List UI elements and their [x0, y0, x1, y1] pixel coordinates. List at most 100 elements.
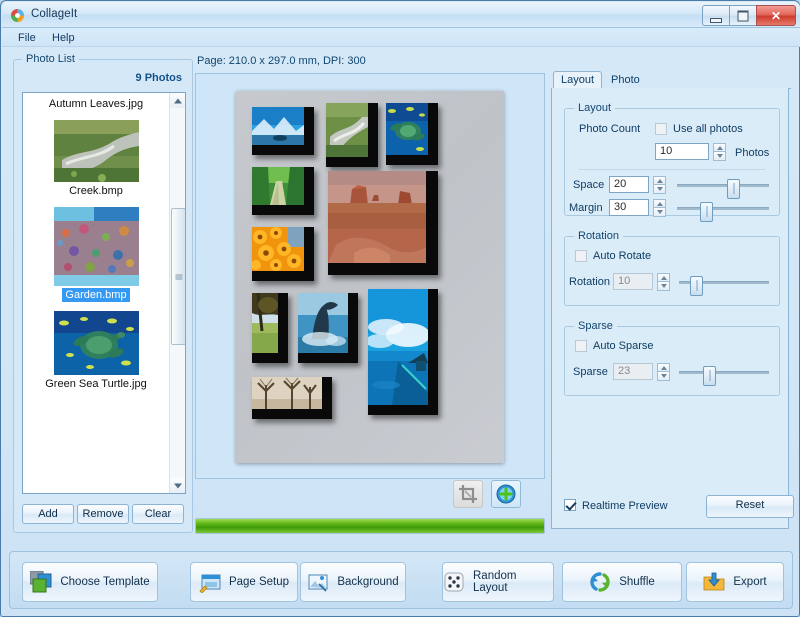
photo-list-scrollbar[interactable] [169, 93, 185, 493]
collage-photo-winter-trees [252, 377, 322, 409]
add-photo-button[interactable] [491, 480, 521, 508]
shuffle-button[interactable]: Shuffle [562, 562, 682, 602]
stepper-down[interactable] [713, 152, 726, 161]
remove-button[interactable]: Remove [77, 504, 129, 524]
rotation-stepper[interactable] [657, 273, 670, 291]
collage-frame[interactable] [252, 167, 314, 215]
close-icon: ✕ [770, 8, 782, 23]
collage-frame[interactable] [386, 103, 438, 165]
rotation-input[interactable]: 10 [613, 273, 653, 290]
slider-thumb[interactable] [703, 366, 716, 386]
sparse-input[interactable]: 23 [613, 363, 653, 380]
close-button[interactable]: ✕ [756, 5, 796, 26]
app-window: CollageIt ✕ File Help Photo List 9 Photo… [0, 0, 800, 617]
random-layout-button[interactable]: Random Layout [442, 562, 554, 602]
chevron-down-icon [660, 284, 667, 288]
rotation-group: Rotation Auto Rotate Rotation 10 [564, 230, 780, 306]
chevron-up-icon [656, 178, 663, 183]
use-all-photos-checkbox[interactable] [655, 123, 667, 135]
background-icon [307, 571, 329, 593]
chevron-down-icon [173, 483, 182, 488]
realtime-preview-checkbox[interactable] [564, 499, 576, 511]
stepper-down[interactable] [657, 372, 670, 381]
space-input[interactable]: 20 [609, 176, 649, 193]
margin-stepper[interactable] [653, 199, 666, 217]
list-item-selected[interactable]: Garden.bmp [23, 200, 169, 304]
rotation-label: Rotation [569, 276, 610, 288]
page-setup-label: Page Setup [228, 576, 290, 588]
preview-controls-row: Realtime Preview Reset [564, 495, 794, 518]
scroll-down-button[interactable] [170, 478, 185, 493]
choose-template-button[interactable]: Choose Template [22, 562, 158, 602]
crop-icon-button[interactable] [453, 480, 483, 508]
collage-frame[interactable] [252, 377, 332, 419]
layout-tab-content: Layout Photo Count Use all photos 10 Pho… [551, 88, 794, 529]
reset-button[interactable]: Reset [706, 495, 794, 518]
collage-frame[interactable] [252, 107, 314, 155]
menu-item-help[interactable]: Help [46, 31, 81, 45]
progress-bar [195, 518, 545, 534]
photo-listbox[interactable]: Autumn Leaves.jpg Creek.bmp Garden.bmp G… [22, 92, 186, 494]
collage-frame[interactable] [252, 292, 288, 363]
stepper-down[interactable] [657, 282, 670, 291]
choose-template-label: Choose Template [60, 576, 150, 588]
collage-frame[interactable] [366, 289, 438, 415]
maximize-icon [737, 10, 749, 21]
layout-group-legend: Layout [574, 102, 616, 114]
settings-panel: Layout Photo Layout Photo Count Use all … [551, 71, 794, 531]
collage-frame[interactable] [328, 171, 438, 275]
photo-count-input[interactable]: 10 [655, 143, 709, 160]
stepper-down[interactable] [653, 208, 666, 217]
export-button[interactable]: Export [686, 562, 784, 602]
chevron-up-icon [656, 201, 663, 206]
collage-frame[interactable] [298, 293, 358, 363]
add-photo-icon [496, 484, 516, 504]
margin-input[interactable]: 30 [609, 199, 649, 216]
menu-item-file[interactable]: File [12, 31, 42, 45]
auto-sparse-checkbox[interactable] [575, 340, 587, 352]
stepper-up[interactable] [657, 363, 670, 372]
sparse-slider[interactable] [679, 363, 769, 386]
sparse-label: Sparse [573, 366, 608, 378]
title-bar: CollageIt ✕ [2, 2, 800, 28]
stepper-up[interactable] [657, 273, 670, 282]
tab-layout[interactable]: Layout [553, 71, 603, 89]
collage-photo-creek-green [326, 103, 368, 157]
slider-thumb[interactable] [700, 202, 713, 222]
sparse-stepper[interactable] [657, 363, 670, 381]
layout-group: Layout Photo Count Use all photos 10 Pho… [564, 102, 780, 222]
collage-frame[interactable] [251, 227, 314, 281]
scrollbar-thumb[interactable] [171, 208, 185, 345]
template-icon [29, 570, 52, 593]
rotation-slider[interactable] [679, 273, 769, 296]
page-setup-button[interactable]: Page Setup [190, 562, 298, 602]
stepper-up[interactable] [653, 176, 666, 185]
clear-button[interactable]: Clear [132, 504, 184, 524]
photo-thumbnail-garden [53, 207, 139, 286]
list-item[interactable]: Autumn Leaves.jpg [23, 93, 169, 113]
photo-list-buttons: Add Remove Clear [22, 504, 184, 524]
margin-slider[interactable] [677, 199, 769, 222]
collage-preview-pane[interactable] [195, 73, 545, 479]
space-slider[interactable] [677, 176, 769, 199]
list-item[interactable]: Creek.bmp [23, 113, 169, 200]
stepper-up[interactable] [653, 199, 666, 208]
maximize-button[interactable] [729, 5, 756, 26]
auto-rotate-checkbox[interactable] [575, 250, 587, 262]
background-button[interactable]: Background [300, 562, 406, 602]
space-stepper[interactable] [653, 176, 666, 194]
list-item[interactable]: Green Sea Turtle.jpg [23, 304, 169, 393]
stepper-up[interactable] [713, 143, 726, 152]
scroll-up-button[interactable] [170, 93, 185, 108]
stepper-down[interactable] [653, 185, 666, 194]
tab-photo[interactable]: Photo [603, 71, 648, 89]
minimize-button[interactable] [702, 5, 729, 26]
photo-count-stepper[interactable] [713, 143, 726, 161]
collage-frame[interactable] [326, 103, 378, 167]
add-button[interactable]: Add [22, 504, 74, 524]
sparse-group: Sparse Auto Sparse Sparse 23 [564, 320, 780, 396]
collage-paper[interactable] [236, 91, 504, 463]
chevron-up-icon [660, 275, 667, 280]
slider-thumb[interactable] [690, 276, 703, 296]
slider-thumb[interactable] [727, 179, 740, 199]
